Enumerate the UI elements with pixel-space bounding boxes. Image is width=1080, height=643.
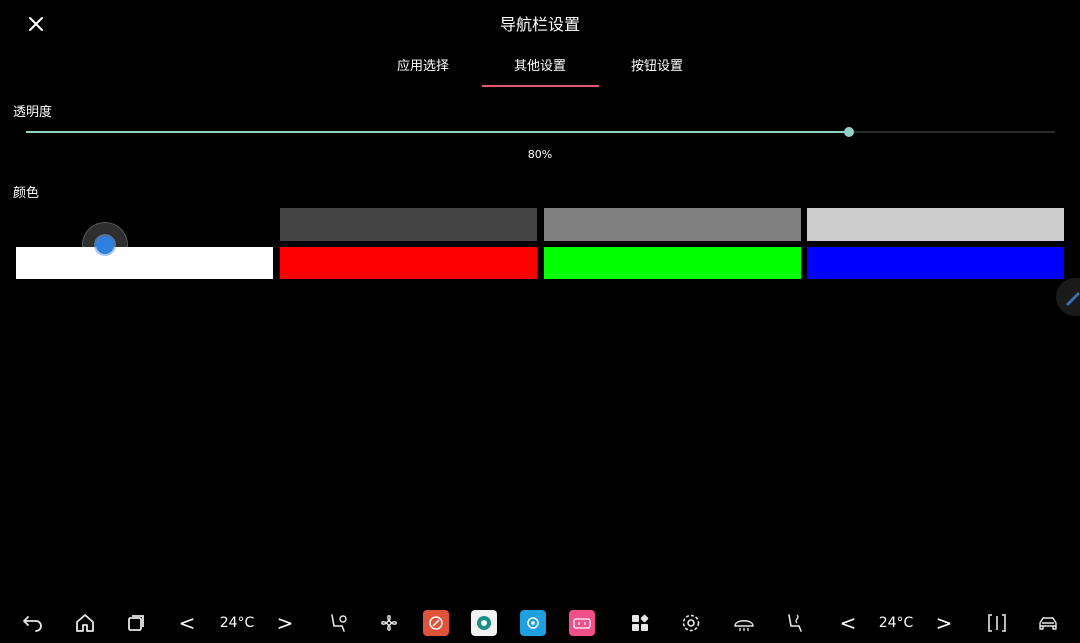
fan-button[interactable] [374, 603, 404, 643]
left-temperature: 24°C [219, 615, 255, 631]
tab-bar: 应用选择 其他设置 按钮设置 [0, 56, 1080, 87]
app-shortcut-bilibili[interactable] [567, 603, 597, 643]
right-temp-decrease[interactable]: < [837, 603, 859, 643]
left-temp-increase[interactable]: > [274, 603, 296, 643]
floating-edit-button[interactable] [1056, 278, 1080, 316]
color-swatch-green[interactable] [544, 247, 801, 279]
color-swatch-light-gray[interactable] [807, 208, 1064, 241]
color-swatch-red[interactable] [280, 247, 537, 279]
recents-icon [128, 615, 144, 631]
right-temp-increase[interactable]: > [933, 603, 955, 643]
back-button[interactable] [18, 603, 48, 643]
tab-other-settings[interactable]: 其他设置 [481, 56, 599, 87]
split-screen-button[interactable] [982, 603, 1012, 643]
bottom-nav-bar: < 24°C > < 24°C > [0, 603, 1080, 643]
pencil-icon [1066, 292, 1080, 306]
seat-heating-button[interactable] [781, 603, 811, 643]
opacity-label: 透明度 [13, 105, 53, 120]
car-button[interactable] [1033, 603, 1063, 643]
tab-app-select[interactable]: 应用选择 [365, 56, 482, 87]
fan-icon [381, 615, 397, 631]
recents-button[interactable] [121, 603, 151, 643]
color-swatch-white[interactable] [16, 247, 273, 279]
seat-heat-icon [788, 614, 802, 632]
split-screen-icon [988, 614, 1006, 632]
seat-ventilation-button[interactable] [324, 603, 354, 643]
touch-indicator-dot [96, 236, 114, 254]
opacity-value: 80% [527, 148, 553, 161]
color-swatch-dark-gray[interactable] [280, 208, 537, 241]
settings-button[interactable] [676, 603, 706, 643]
back-icon [23, 616, 42, 632]
settings-icon [682, 614, 700, 632]
app-shortcut-teal[interactable] [469, 603, 499, 643]
app-shortcut-red[interactable] [421, 603, 451, 643]
left-temp-decrease[interactable]: < [176, 603, 198, 643]
color-label: 颜色 [13, 186, 40, 201]
tab-button-settings[interactable]: 按钮设置 [599, 56, 716, 87]
bilibili-icon [569, 610, 595, 636]
seat-fan-icon [331, 614, 347, 632]
apps-grid-icon [632, 614, 649, 631]
apps-button[interactable] [625, 603, 655, 643]
home-icon [76, 614, 94, 632]
opacity-slider-thumb[interactable] [844, 127, 854, 137]
app-blue-icon [520, 610, 546, 636]
page-title: 导航栏设置 [499, 15, 580, 34]
defrost-button[interactable] [729, 603, 759, 643]
car-icon [1039, 617, 1057, 630]
color-swatch-blue[interactable] [807, 247, 1064, 279]
app-red-icon [423, 610, 449, 636]
color-swatch-gray[interactable] [544, 208, 801, 241]
defrost-icon [734, 620, 754, 631]
opacity-slider-fill [26, 131, 849, 133]
app-shortcut-blue[interactable] [518, 603, 548, 643]
right-temperature: 24°C [878, 615, 914, 631]
home-button[interactable] [70, 603, 100, 643]
app-teal-icon [471, 610, 497, 636]
